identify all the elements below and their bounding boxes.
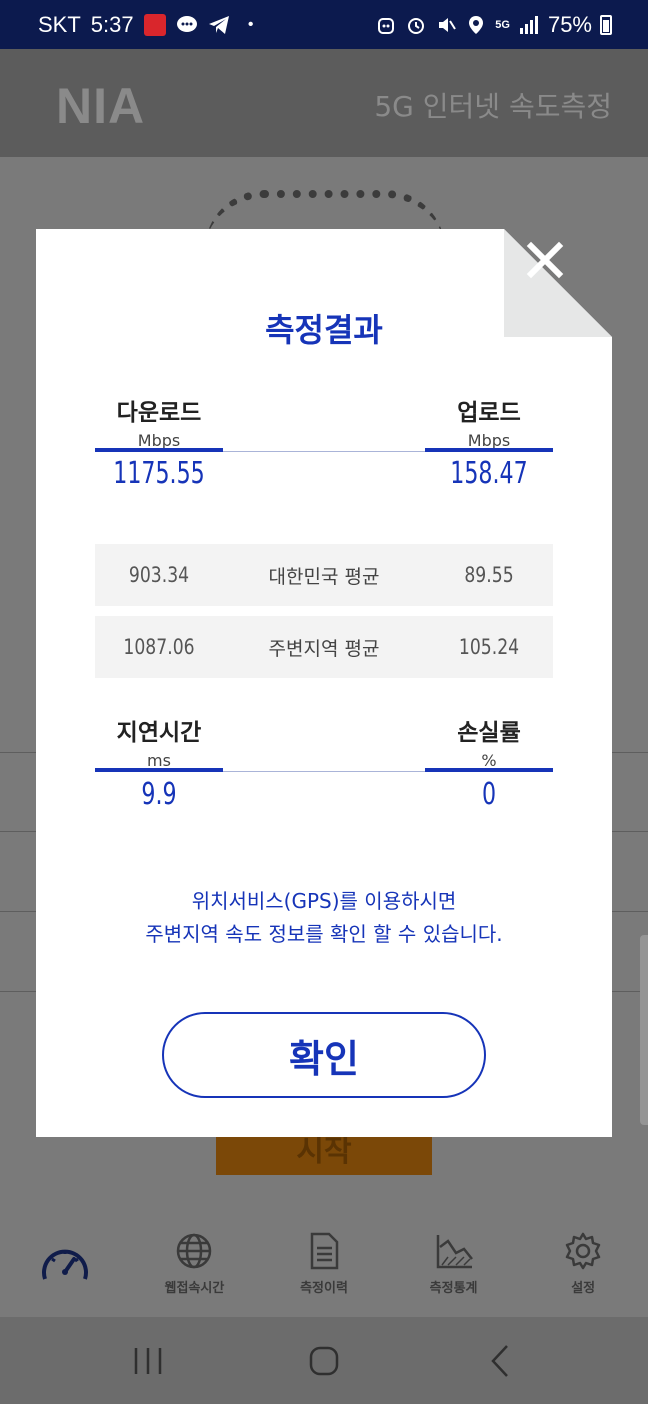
document-icon [310,1232,339,1270]
upload-underline [425,448,553,452]
dot-icon: • [247,15,254,33]
nav-item-speed-test[interactable] [0,1210,130,1317]
download-underline [95,448,223,452]
system-nav-bar [0,1317,648,1404]
recent-apps-button[interactable] [118,1331,178,1391]
carrier-label: SKT [38,11,81,37]
close-button[interactable] [525,240,565,280]
nav-item-settings[interactable]: 설정 [518,1210,648,1317]
upload-label: 업로드 [457,400,521,426]
nav-item-stats[interactable]: 측정통계 [389,1210,519,1317]
local-avg-label: 주변지역 평균 [268,637,380,660]
location-icon [465,14,487,36]
battery-percent: 75% [547,11,592,37]
clock: 5:37 [90,11,134,37]
recent-apps-icon [134,1347,162,1374]
local-avg-download: 1087.06 [123,635,195,659]
local-average-row: 1087.06 주변지역 평균 105.24 [95,616,553,678]
dialog-title: 측정결과 [265,311,383,349]
divider-line [223,451,425,452]
nav-label-settings: 설정 [571,1281,596,1296]
app-notification-icon [143,13,166,36]
bottom-nav: 웹접속시간 측정이력 측정통계 설정 [0,1210,648,1317]
divider-line [223,771,425,772]
status-bar: SKT 5:37 • 5G 75% [0,0,648,49]
national-avg-upload: 89.55 [464,563,514,587]
loss-value: 0 [481,777,497,812]
upload-header: 업로드 Mbps [425,393,553,450]
close-icon [526,241,564,279]
network-type: 5G [495,18,510,31]
download-value: 1175.55 [113,456,205,491]
latency-header: 지연시간 ms [95,713,223,770]
back-icon [491,1344,508,1377]
globe-icon [177,1233,212,1269]
national-average-row: 903.34 대한민국 평균 89.55 [95,544,553,606]
gear-icon [565,1232,601,1270]
app-header: NIA 5G 인터넷 속도측정 [0,49,648,157]
national-avg-download: 903.34 [128,563,190,587]
scroll-handle[interactable] [640,935,648,1125]
latency-label: 지연시간 [116,720,202,746]
nav-label-web-time: 웹접속시간 [164,1281,225,1296]
loss-label: 손실률 [457,720,521,746]
app-header-title: 5G 인터넷 속도측정 [374,90,612,123]
nav-item-history[interactable]: 측정이력 [259,1210,389,1317]
nav-label-history: 측정이력 [300,1281,348,1296]
robot-icon [375,14,397,36]
local-avg-upload: 105.24 [458,635,520,659]
home-button[interactable] [294,1331,354,1391]
download-label: 다운로드 [116,400,202,426]
nav-label-stats: 측정통계 [429,1281,478,1296]
app-logo: NIA [56,78,146,134]
national-avg-label: 대한민국 평균 [268,565,380,588]
back-button[interactable] [470,1331,530,1391]
chart-icon [436,1235,473,1269]
speedometer-icon [41,1249,88,1280]
nav-item-web-time[interactable]: 웹접속시간 [130,1210,260,1317]
loss-underline [425,768,553,772]
telegram-icon [208,14,230,36]
result-dialog: 측정결과 다운로드 Mbps 업로드 Mbps 1175.55 158.47 9… [36,229,612,1137]
gps-notice: 위치서비스(GPS)를 이용하시면 주변지역 속도 정보를 확인 할 수 있습니… [36,885,612,951]
upload-value: 158.47 [450,456,528,491]
gps-notice-line1: 위치서비스(GPS)를 이용하시면 [191,889,457,913]
chat-icon [176,14,198,36]
battery-icon [600,14,612,35]
signal-icon [518,14,540,36]
mute-icon [435,14,457,36]
latency-underline [95,768,223,772]
home-icon [309,1346,339,1375]
alarm-icon [405,14,427,36]
latency-value: 9.9 [141,777,177,812]
gps-notice-line2: 주변지역 속도 정보를 확인 할 수 있습니다. [145,922,503,946]
loss-header: 손실률 % [425,713,553,770]
confirm-button[interactable]: 확인 [162,1012,486,1098]
download-header: 다운로드 Mbps [95,393,223,450]
